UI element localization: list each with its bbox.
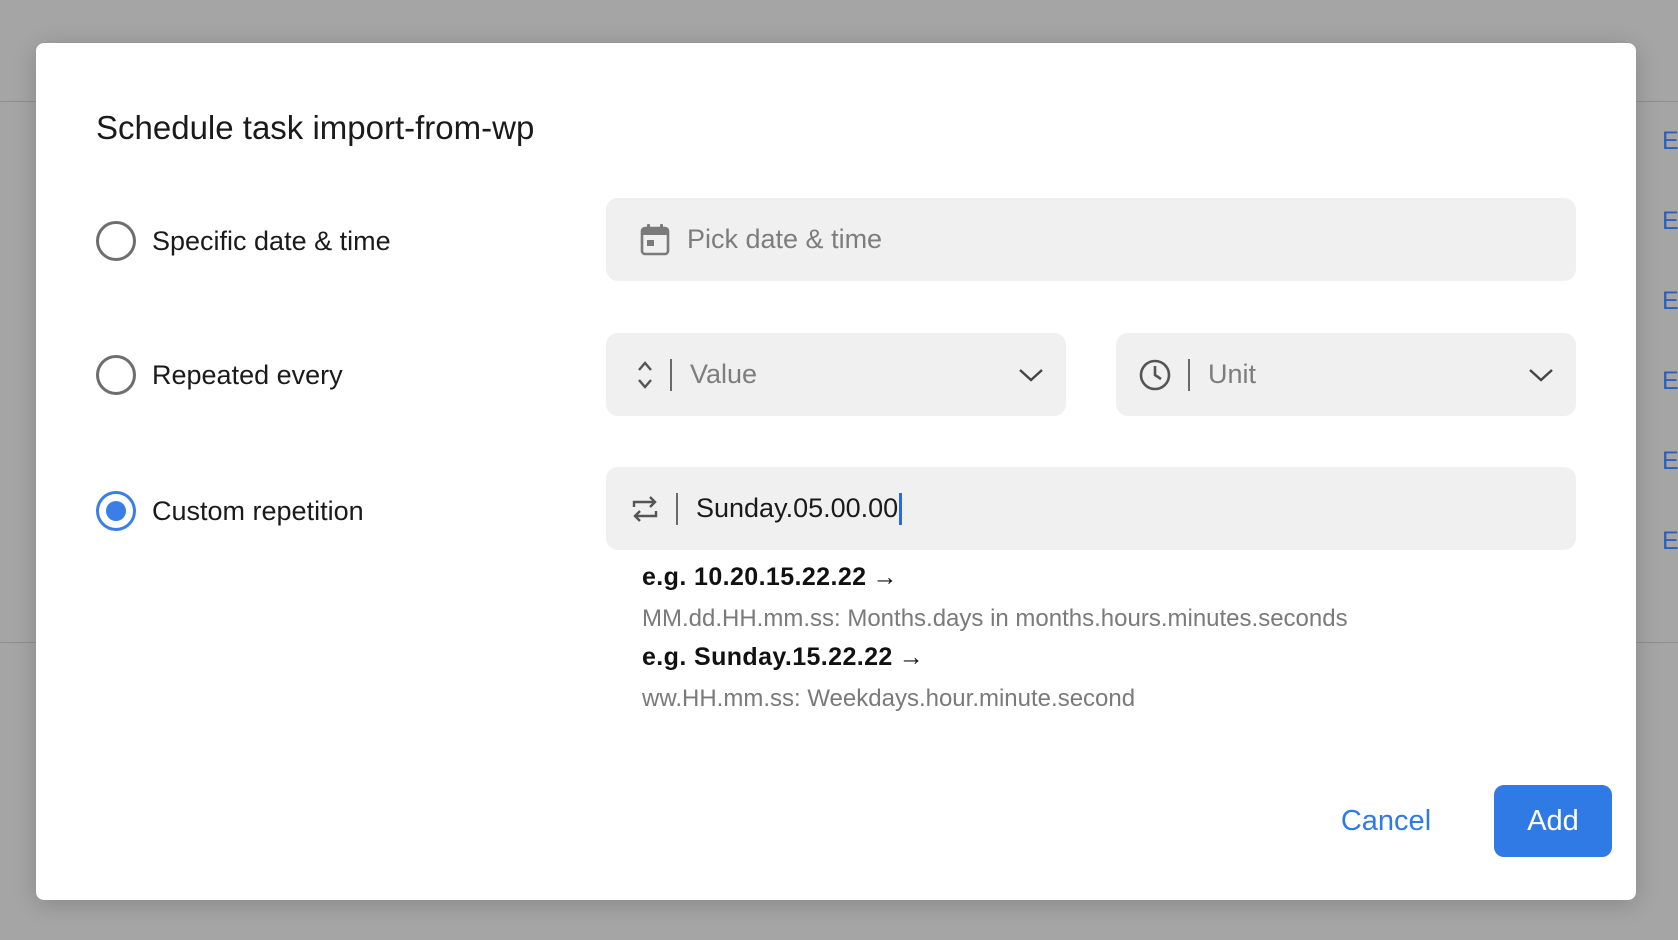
cancel-button[interactable]: Cancel: [1326, 785, 1446, 857]
calendar-icon: [639, 223, 671, 257]
custom-repetition-value: Sunday.05.00.00: [696, 493, 899, 523]
repeat-icon: [630, 493, 660, 525]
field-separator: [670, 358, 672, 391]
field-separator: [676, 492, 678, 525]
hint-description-1: MM.dd.HH.mm.ss: Months.days in months.ho…: [642, 605, 1348, 632]
background-link[interactable]: E: [1662, 286, 1678, 366]
background-link[interactable]: E: [1662, 126, 1678, 206]
hint-example-2: e.g. Sunday.15.22.22 →: [642, 643, 924, 672]
schedule-task-dialog: Schedule task import-from-wp Specific da…: [36, 43, 1636, 900]
background-link[interactable]: E: [1662, 206, 1678, 286]
date-time-picker[interactable]: Pick date & time: [606, 198, 1576, 281]
sort-arrows-icon: [636, 358, 654, 392]
unit-placeholder: Unit: [1208, 359, 1257, 389]
background-link-column: E E E E E E: [1662, 126, 1678, 606]
date-time-placeholder: Pick date & time: [687, 224, 883, 254]
hint-description-2: ww.HH.mm.ss: Weekdays.hour.minute.second: [642, 685, 1136, 712]
radio-repeated-every[interactable]: [96, 355, 136, 395]
option-custom-label: Custom repetition: [152, 495, 364, 526]
text-caret: [899, 492, 903, 525]
chevron-down-icon: [1018, 367, 1044, 383]
unit-select[interactable]: Unit: [1116, 333, 1576, 416]
value-placeholder: Value: [690, 359, 758, 389]
radio-custom-repetition[interactable]: [96, 491, 136, 531]
background-link[interactable]: E: [1662, 526, 1678, 606]
clock-icon: [1138, 358, 1172, 392]
custom-repetition-input[interactable]: Sunday.05.00.00: [606, 467, 1576, 550]
hint-example-text: e.g. 10.20.15.22.22: [642, 563, 867, 591]
option-specific-date-time[interactable]: Specific date & time: [96, 221, 391, 261]
arrow-right-icon: →: [872, 563, 898, 591]
radio-specific-date-time[interactable]: [96, 221, 136, 261]
field-separator: [1188, 358, 1190, 391]
add-button[interactable]: Add: [1494, 785, 1612, 857]
option-repeated-label: Repeated every: [152, 359, 343, 390]
dialog-title: Schedule task import-from-wp: [96, 109, 535, 146]
value-select[interactable]: Value: [606, 333, 1066, 416]
arrow-right-icon: →: [898, 643, 925, 671]
chevron-down-icon: [1528, 367, 1554, 383]
option-specific-label: Specific date & time: [152, 225, 391, 256]
background-link[interactable]: E: [1662, 446, 1678, 526]
background-link[interactable]: E: [1662, 366, 1678, 446]
hint-example-text: e.g. Sunday.15.22.22: [642, 643, 893, 671]
option-repeated-every[interactable]: Repeated every: [96, 355, 343, 395]
hint-example-1: e.g. 10.20.15.22.22 →: [642, 563, 898, 592]
option-custom-repetition[interactable]: Custom repetition: [96, 491, 364, 531]
